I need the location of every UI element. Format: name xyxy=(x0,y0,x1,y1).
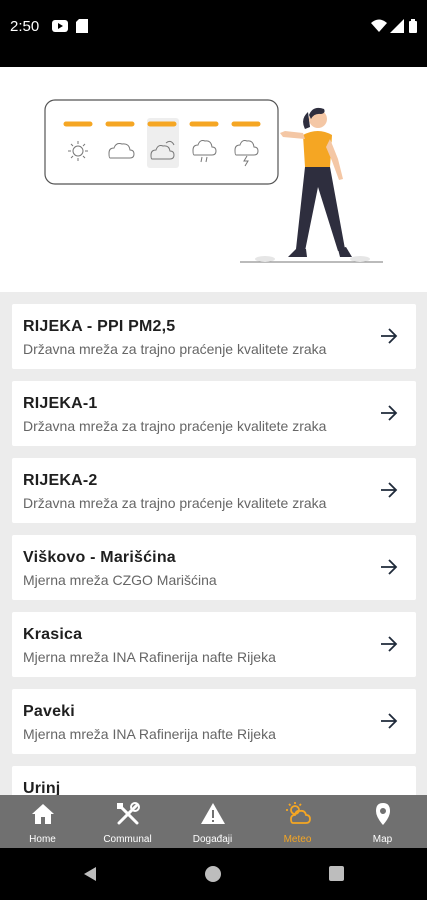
weather-icon xyxy=(286,802,311,824)
nav-map[interactable]: Map xyxy=(340,795,425,848)
station-card-krasica[interactable]: Krasica Mjerna mreža INA Rafinerija naft… xyxy=(12,612,416,677)
recents-icon[interactable] xyxy=(329,866,344,881)
home-button-icon[interactable] xyxy=(205,866,221,882)
station-network: Državna mreža za trajno praćenje kvalite… xyxy=(23,418,327,434)
person-weather-board-illustration xyxy=(44,99,383,263)
station-card-rijeka-2[interactable]: RIJEKA-2 Državna mreža za trajno praćenj… xyxy=(12,458,416,523)
arrow-right-icon xyxy=(381,636,398,652)
nav-communal-label: Communal xyxy=(103,834,152,845)
sd-card-icon xyxy=(76,19,88,33)
nav-home-label: Home xyxy=(29,834,56,845)
wifi-icon xyxy=(371,19,387,32)
signal-icon xyxy=(390,19,404,33)
station-name: RIJEKA - PPI PM2,5 xyxy=(23,318,176,335)
station-card-rijeka-1[interactable]: RIJEKA-1 Državna mreža za trajno praćenj… xyxy=(12,381,416,446)
station-card-urinj[interactable]: Urinj xyxy=(12,766,416,795)
nav-meteo[interactable]: Meteo xyxy=(255,795,340,848)
status-time: 2:50 xyxy=(10,18,40,35)
station-network: Državna mreža za trajno praćenje kvalite… xyxy=(23,341,327,357)
nav-dogadaji-label: Događaji xyxy=(192,834,233,845)
station-card-rijeka-ppi-pm25[interactable]: RIJEKA - PPI PM2,5 Državna mreža za traj… xyxy=(12,304,416,369)
station-list: RIJEKA - PPI PM2,5 Državna mreža za traj… xyxy=(0,292,427,795)
station-name: Viškovo - Marišćina xyxy=(23,549,176,566)
station-name: Paveki xyxy=(23,703,75,720)
bottom-navigation: Home Communal Događaji Meteo Map xyxy=(0,795,427,848)
nav-communal[interactable]: Communal xyxy=(85,795,170,848)
station-network: Državna mreža za trajno praćenje kvalite… xyxy=(23,495,327,511)
home-icon xyxy=(32,804,54,824)
nav-meteo-label: Meteo xyxy=(283,834,312,845)
youtube-notification-icon xyxy=(52,20,68,32)
weather-illustration xyxy=(0,67,427,292)
battery-icon xyxy=(409,19,417,33)
arrow-right-icon xyxy=(381,559,398,575)
station-name: Krasica xyxy=(23,626,83,643)
nav-dogadaji[interactable]: Događaji xyxy=(170,795,255,848)
station-name: RIJEKA-1 xyxy=(23,395,98,412)
nav-map-label: Map xyxy=(372,834,393,845)
station-name: Urinj xyxy=(23,780,61,795)
tools-icon xyxy=(117,802,140,825)
arrow-right-icon xyxy=(381,328,398,344)
station-network: Mjerna mreža INA Rafinerija nafte Rijeka xyxy=(23,726,276,742)
warning-icon xyxy=(201,803,225,824)
nav-home[interactable]: Home xyxy=(0,795,85,848)
arrow-right-icon xyxy=(381,405,398,421)
system-navigation-bar xyxy=(0,848,427,900)
status-bar: 2:50 xyxy=(0,0,427,67)
station-network: Mjerna mreža INA Rafinerija nafte Rijeka xyxy=(23,649,276,665)
back-icon[interactable] xyxy=(82,866,98,882)
station-card-paveki[interactable]: Paveki Mjerna mreža INA Rafinerija nafte… xyxy=(12,689,416,754)
map-pin-icon xyxy=(376,803,390,825)
station-card-viskovo-mariscina[interactable]: Viškovo - Marišćina Mjerna mreža CZGO Ma… xyxy=(12,535,416,600)
station-name: RIJEKA-2 xyxy=(23,472,98,489)
arrow-right-icon xyxy=(381,482,398,498)
station-network: Mjerna mreža CZGO Marišćina xyxy=(23,572,217,588)
arrow-right-icon xyxy=(381,713,398,729)
